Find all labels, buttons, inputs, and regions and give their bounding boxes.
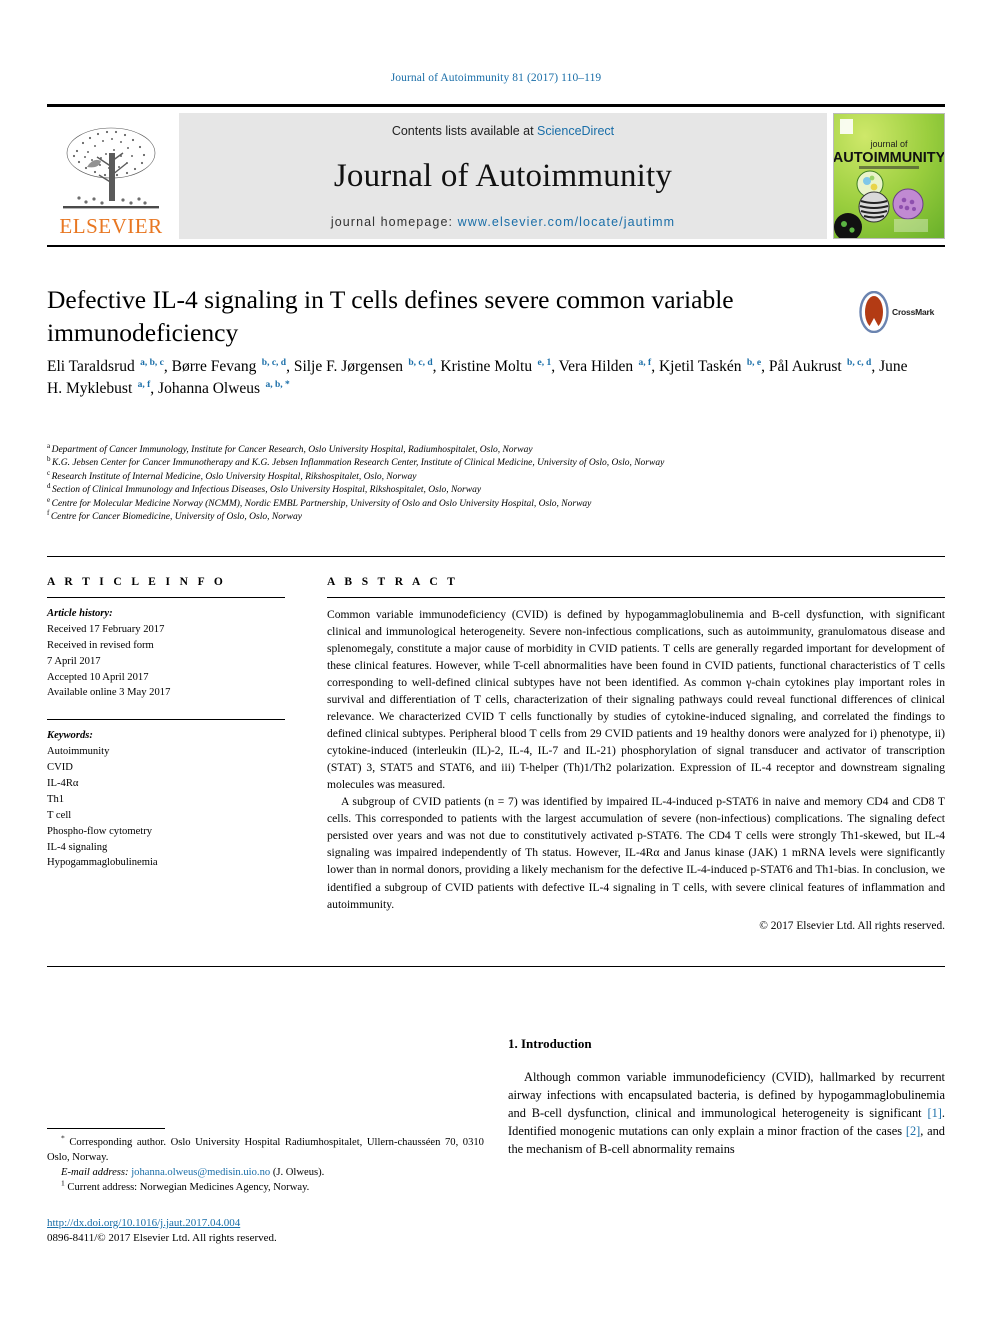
affiliation-text: Section of Clinical Immunology and Infec…	[52, 485, 482, 496]
keywords-rule	[47, 719, 285, 721]
article-info-rule	[47, 597, 285, 598]
footer-doi-block: http://dx.doi.org/10.1016/j.jaut.2017.04…	[47, 1216, 484, 1246]
journal-masthead: ELSEVIER Contents lists available at Sci…	[47, 104, 945, 239]
keyword-item: Th1	[47, 793, 65, 805]
svg-text:journal of: journal of	[869, 139, 908, 149]
history-item: Accepted 10 April 2017	[47, 671, 149, 683]
journal-title: Journal of Autoimmunity	[333, 158, 673, 194]
elsevier-tree-icon	[63, 127, 159, 209]
footnote-corresponding-text: Corresponding author. Oslo University Ho…	[47, 1137, 484, 1164]
sciencedirect-link[interactable]: ScienceDirect	[537, 124, 614, 138]
history-item: 7 April 2017	[47, 655, 101, 667]
footnote-email: E-mail address: johanna.olweus@medisin.u…	[47, 1165, 484, 1180]
affiliation-item: e Centre for Molecular Medicine Norway (N…	[47, 496, 937, 511]
affiliation-list: a Department of Cancer Immunology, Instit…	[47, 442, 937, 525]
svg-text:AUTOIMMUNITY: AUTOIMMUNITY	[834, 150, 944, 166]
introduction-paragraph: Although common variable immunodeficienc…	[508, 1070, 946, 1157]
crossmark-badge[interactable]: CrossMark	[859, 286, 945, 338]
footnote-current-address-text: Current address: Norwegian Medicines Age…	[67, 1182, 310, 1194]
affiliation-item: b K.G. Jebsen Center for Cancer Immunothe…	[47, 456, 937, 470]
footnote-corresponding-author: * Corresponding author. Oslo University …	[47, 1133, 484, 1165]
history-item: Received in revised form	[47, 639, 154, 651]
section-heading-introduction: 1. Introduction	[508, 1036, 592, 1051]
keyword-item: CVID	[47, 762, 73, 774]
affiliation-item: a Department of Cancer Immunology, Instit…	[47, 442, 937, 457]
footnote-divider	[47, 1128, 165, 1129]
page-title: Defective IL-4 signaling in T cells defi…	[47, 285, 734, 347]
masthead-center-panel: Contents lists available at ScienceDirec…	[179, 113, 827, 239]
affiliation-text: Centre for Cancer Biomedicine, Universit…	[50, 512, 302, 523]
author-list: Eli Taraldsrud a, b, c, Børre Fevang b, …	[47, 357, 908, 397]
affiliation-text: K.G. Jebsen Center for Cancer Immunother…	[52, 458, 665, 469]
abstract-copyright: © 2017 Elsevier Ltd. All rights reserved…	[759, 919, 945, 932]
article-info-heading: A R T I C L E I N F O	[47, 576, 227, 588]
journal-homepage-line: journal homepage: www.elsevier.com/locat…	[331, 215, 675, 229]
journal-cover-thumbnail[interactable]: journal of AUTOIMMUNITY	[833, 113, 945, 239]
keyword-item: IL-4Rα	[47, 778, 79, 790]
keywords-block: Keywords: Autoimmunity CVID IL-4Rα Th1 T…	[47, 728, 285, 871]
footnote-block: * Corresponding author. Oslo University …	[47, 1128, 484, 1195]
affiliation-item: f Centre for Cancer Biomedicine, Universi…	[47, 510, 937, 524]
footnote-marker-one: 1	[61, 1178, 65, 1188]
doi-link[interactable]: http://dx.doi.org/10.1016/j.jaut.2017.04…	[47, 1216, 484, 1231]
abstract-rule	[327, 597, 945, 598]
article-history-block: Article history: Received 17 February 20…	[47, 606, 285, 701]
keywords-label: Keywords:	[47, 730, 93, 742]
history-item: Received 17 February 2017	[47, 623, 165, 635]
article-info-column: A R T I C L E I N F O Article history: R…	[47, 576, 285, 871]
history-item: Available online 3 May 2017	[47, 687, 171, 699]
title-divider	[47, 245, 945, 247]
keyword-item: T cell	[47, 809, 72, 821]
abstract-paragraph: Common variable immunodeficiency (CVID) …	[327, 608, 945, 792]
article-history-label: Article history:	[47, 608, 113, 619]
email-suffix: (J. Olweus).	[272, 1167, 325, 1179]
abstract-body: Common variable immunodeficiency (CVID) …	[327, 606, 945, 913]
body-section-divider	[47, 966, 945, 967]
journal-cover-art: journal of AUTOIMMUNITY	[834, 114, 944, 238]
article-page: Journal of Autoimmunity 81 (2017) 110–11…	[0, 0, 992, 1323]
footnote-marker-asterisk: *	[61, 1133, 65, 1143]
affiliation-item: d Section of Clinical Immunology and Infe…	[47, 483, 937, 497]
crossmark-label: CrossMark	[892, 307, 935, 317]
issn-copyright-line: 0896-8411/© 2017 Elsevier Ltd. All right…	[47, 1231, 277, 1244]
journal-homepage-link[interactable]: www.elsevier.com/locate/jautimm	[458, 215, 676, 229]
affiliation-text: Department of Cancer Immunology, Institu…	[51, 445, 533, 455]
homepage-prefix: journal homepage:	[330, 215, 458, 229]
abstract-column: A B S T R A C T Common variable immunode…	[327, 576, 945, 932]
elsevier-logo: ELSEVIER	[47, 113, 175, 239]
crossmark-icon	[859, 291, 889, 333]
abstract-heading: A B S T R A C T	[327, 576, 459, 588]
footnote-current-address: 1 Current address: Norwegian Medicines A…	[47, 1178, 484, 1195]
abstract-paragraph: A subgroup of CVID patients (n = 7) was …	[327, 795, 945, 911]
elsevier-wordmark: ELSEVIER	[59, 214, 163, 238]
running-head: Journal of Autoimmunity 81 (2017) 110–11…	[390, 72, 602, 84]
contents-available-line: Contents lists available at ScienceDirec…	[392, 124, 614, 138]
email-label: E-mail address:	[61, 1167, 129, 1179]
keyword-item: Hypogammaglobulinemia	[47, 857, 158, 869]
email-link[interactable]: johanna.olweus@medisin.uio.no	[131, 1167, 270, 1178]
abstract-section-divider	[47, 556, 945, 557]
affiliation-text: Research Institute of Internal Medicine,…	[51, 471, 417, 482]
affiliation-text: Centre for Molecular Medicine Norway (NC…	[51, 498, 592, 509]
keyword-item: Phospho-flow cytometry	[47, 825, 153, 837]
keyword-item: IL-4 signaling	[47, 841, 108, 853]
contents-prefix: Contents lists available at	[391, 124, 538, 138]
title-block: Defective IL-4 signaling in T cells defi…	[47, 284, 945, 349]
body-column-right: 1. Introduction Although common variable…	[508, 1036, 945, 1159]
affiliation-item: c Research Institute of Internal Medicine…	[47, 469, 937, 484]
keyword-item: Autoimmunity	[47, 746, 110, 758]
